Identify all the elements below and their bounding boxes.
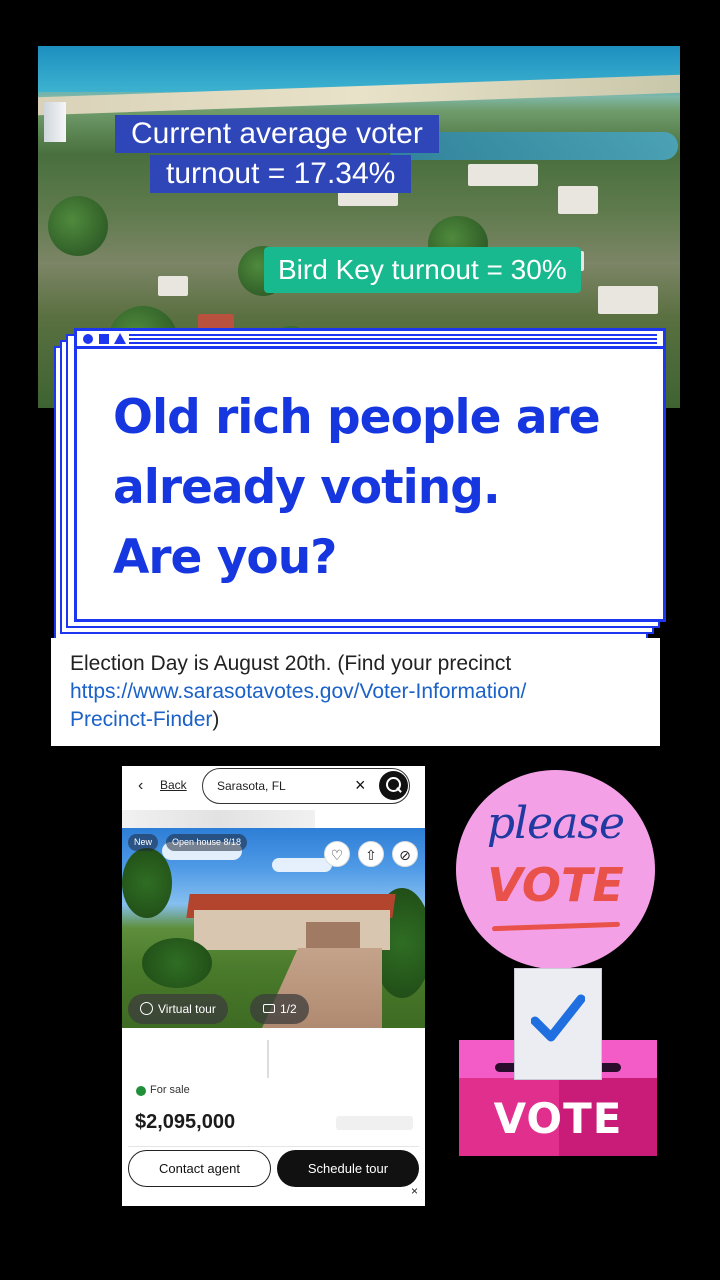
circle-icon bbox=[83, 334, 93, 344]
back-chevron-icon[interactable]: ‹ bbox=[138, 777, 143, 795]
closing-paren: ) bbox=[212, 708, 220, 731]
photo-count-button[interactable]: 1/2 bbox=[250, 994, 309, 1024]
contact-agent-button[interactable]: Contact agent bbox=[128, 1150, 271, 1187]
photo-count: 1/2 bbox=[280, 1002, 297, 1016]
divider bbox=[128, 1146, 419, 1147]
card-titlebar bbox=[77, 331, 663, 349]
camera-icon bbox=[263, 1004, 275, 1013]
headline-card: Old rich people are already voting. Are … bbox=[74, 328, 666, 622]
listing-header: ‹ Back Sarasota, FL × bbox=[122, 766, 425, 806]
garage bbox=[306, 922, 360, 948]
ballot-box: VOTE bbox=[459, 1078, 657, 1156]
divider bbox=[267, 1040, 269, 1078]
for-sale-label: For sale bbox=[150, 1084, 190, 1096]
search-input[interactable]: Sarasota, FL bbox=[217, 779, 286, 793]
overlay-bird-key-turnout: Bird Key turnout = 30% bbox=[264, 247, 581, 293]
headline: Old rich people are already voting. Are … bbox=[113, 383, 653, 593]
please-vote-sticker: please VOTE bbox=[456, 770, 655, 969]
checkmark-icon bbox=[531, 994, 585, 1042]
headline-line-1: Old rich people are bbox=[113, 390, 601, 445]
palm-tree bbox=[122, 848, 172, 918]
close-icon[interactable]: × bbox=[355, 775, 366, 796]
building bbox=[598, 286, 658, 314]
house-body bbox=[194, 910, 390, 950]
vote-underline bbox=[491, 921, 621, 932]
precinct-finder-link[interactable]: https://www.sarasotavotes.gov/Voter-Info… bbox=[70, 680, 526, 703]
open-house-badge: Open house 8/18 bbox=[166, 834, 248, 851]
listing-price: $2,095,000 bbox=[135, 1111, 236, 1133]
shrub bbox=[142, 938, 212, 988]
share-icon[interactable]: ⇧ bbox=[358, 841, 384, 867]
overlay-current-turnout-line2: turnout = 17.34% bbox=[150, 155, 412, 193]
new-badge: New bbox=[128, 834, 159, 851]
headline-line-2: already voting. bbox=[113, 460, 501, 515]
cloud bbox=[272, 858, 332, 872]
placeholder-strip bbox=[122, 810, 315, 828]
close-icon[interactable]: × bbox=[411, 1184, 418, 1198]
hide-icon[interactable]: ⊘ bbox=[392, 841, 418, 867]
search-icon[interactable] bbox=[379, 771, 408, 800]
tree bbox=[48, 196, 108, 256]
heart-icon[interactable]: ♡ bbox=[324, 841, 350, 867]
vote-text: VOTE bbox=[487, 858, 624, 912]
listing-photo[interactable]: New Open house 8/18 ♡ ⇧ ⊘ Virtual tour 1… bbox=[122, 828, 425, 1028]
globe-icon bbox=[140, 1002, 153, 1015]
building bbox=[468, 164, 538, 186]
search-bar[interactable]: Sarasota, FL × bbox=[202, 768, 410, 804]
ballot-box-label: VOTE bbox=[493, 1094, 623, 1143]
please-text: please bbox=[486, 798, 625, 849]
headline-line-3: Are you? bbox=[113, 530, 337, 585]
back-link[interactable]: Back bbox=[160, 778, 187, 792]
for-sale-status-dot bbox=[136, 1086, 146, 1096]
titlebar-lines bbox=[129, 334, 657, 344]
listing-screenshot: ‹ Back Sarasota, FL × New Open house 8/1… bbox=[122, 766, 425, 1206]
square-icon bbox=[99, 334, 109, 344]
building bbox=[158, 276, 188, 296]
price-placeholder bbox=[336, 1116, 413, 1130]
tower-building bbox=[44, 102, 66, 142]
ballot-paper bbox=[514, 968, 602, 1080]
building bbox=[558, 186, 598, 214]
virtual-tour-label: Virtual tour bbox=[158, 1002, 216, 1016]
precinct-finder-link-2[interactable]: Precinct-Finder bbox=[70, 708, 212, 731]
overlay-current-turnout-line1: Current average voter bbox=[115, 115, 439, 153]
virtual-tour-button[interactable]: Virtual tour bbox=[128, 994, 228, 1024]
election-day-text: Election Day is August 20th. (Find your … bbox=[70, 652, 512, 675]
election-info: Election Day is August 20th. (Find your … bbox=[51, 638, 660, 746]
schedule-tour-button[interactable]: Schedule tour bbox=[277, 1150, 419, 1187]
triangle-icon bbox=[114, 333, 126, 344]
